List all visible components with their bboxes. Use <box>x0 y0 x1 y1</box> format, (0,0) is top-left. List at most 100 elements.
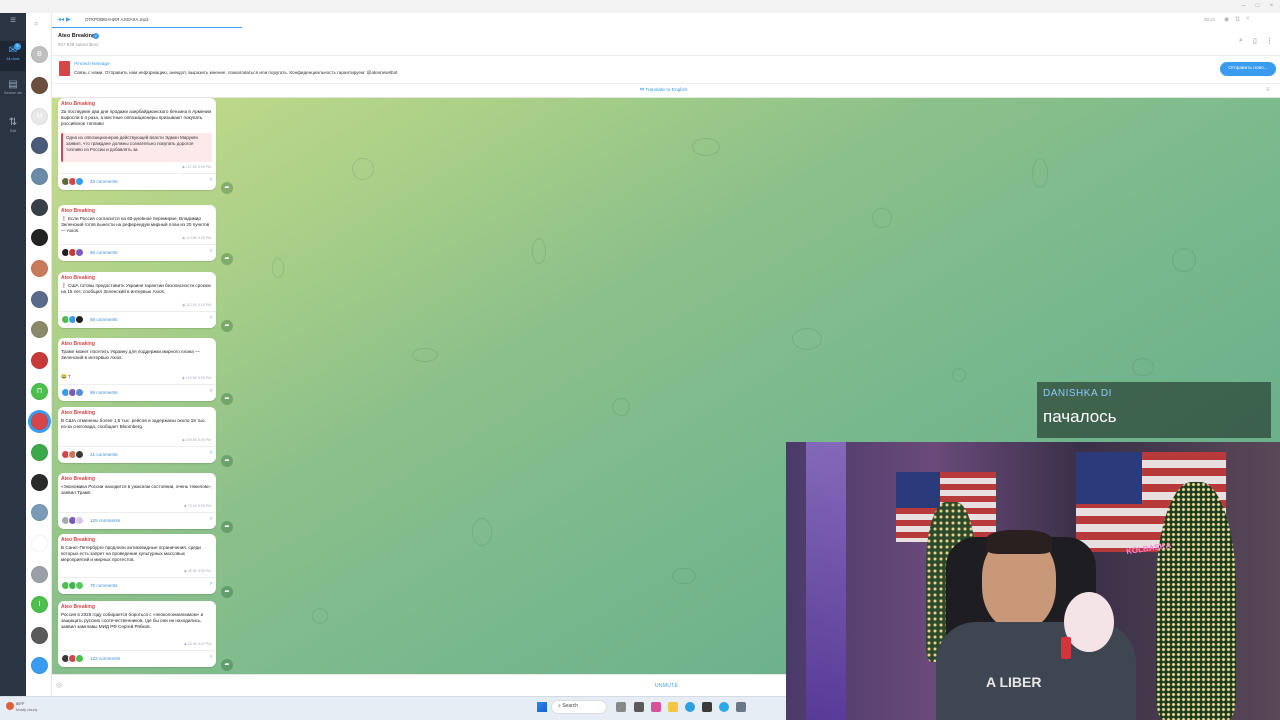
pinned-thumbnail <box>59 61 70 76</box>
chat-avatar[interactable] <box>31 535 48 552</box>
chevron-right-icon[interactable]: › <box>210 516 212 522</box>
chat-avatar[interactable] <box>31 627 48 644</box>
channel-post[interactable]: Ateo Breaking За последние два дня продаж… <box>58 98 216 190</box>
mute-icon[interactable]: ◎ <box>56 681 62 689</box>
search-icon[interactable]: ⌕ <box>34 19 38 29</box>
terminal-app-icon[interactable] <box>634 702 644 712</box>
start-icon[interactable] <box>537 702 547 712</box>
channel-post[interactable]: Ateo Breaking ❗ США готовы предоставить У… <box>58 272 216 328</box>
chevron-right-icon[interactable]: › <box>210 654 212 660</box>
chevron-right-icon[interactable]: › <box>210 177 212 183</box>
minimize-icon[interactable]: – <box>1239 2 1248 11</box>
forward-icon[interactable]: ➦ <box>221 182 233 194</box>
forward-icon[interactable]: ➦ <box>221 393 233 405</box>
translate-button[interactable]: ⇆ Translate to English <box>640 88 687 93</box>
chevron-right-icon[interactable]: › <box>210 388 212 394</box>
search-icon[interactable]: ⌕ <box>1239 37 1243 45</box>
chat-avatar[interactable] <box>31 229 48 246</box>
main-menu-button[interactable]: ≡ <box>0 13 26 29</box>
unread-badge: 9 <box>14 43 21 50</box>
task-view-icon[interactable] <box>616 702 626 712</box>
chat-avatar[interactable] <box>31 657 48 674</box>
chat-avatar[interactable] <box>31 352 48 369</box>
post-views-time: ◉ 72.1K 5:30 PM <box>184 504 211 508</box>
chat-avatar[interactable]: M <box>31 108 48 125</box>
player-progress[interactable] <box>52 27 242 28</box>
chat-avatar[interactable] <box>31 199 48 216</box>
telegram-app-icon[interactable] <box>719 702 729 712</box>
obs-icon[interactable] <box>702 702 712 712</box>
forward-icon[interactable]: ➦ <box>221 455 233 467</box>
channel-post[interactable]: Ateo Breaking В Санкт-Петербурге продлили… <box>58 534 216 594</box>
pinned-title: Pinned message <box>74 62 110 67</box>
folder-all-chats[interactable]: ✉ All chats 9 <box>0 41 26 71</box>
player-prev-icon[interactable]: ◂◂ <box>58 16 64 23</box>
commenter-avatars <box>61 177 89 186</box>
app-icon[interactable] <box>651 702 661 712</box>
forward-icon[interactable]: ➦ <box>221 586 233 598</box>
more-menu-icon[interactable]: ⋮ <box>1266 37 1273 45</box>
channel-post[interactable]: Ateo Breaking ❗ Если Россия согласится на… <box>58 205 216 261</box>
chat-avatar[interactable] <box>31 444 48 461</box>
comments-link[interactable]: 43 comments <box>90 179 118 184</box>
chat-avatar[interactable] <box>31 321 48 338</box>
chat-avatar[interactable] <box>31 137 48 154</box>
channel-post[interactable]: Ateo Breaking В США отменены более 1,6 ты… <box>58 407 216 463</box>
chat-avatar[interactable] <box>31 474 48 491</box>
maximize-icon[interactable]: □ <box>1253 2 1262 11</box>
quoted-message[interactable]: Одна из оппозиционеров действующей власт… <box>61 133 212 162</box>
chat-avatar[interactable] <box>31 291 48 308</box>
channel-post[interactable]: Ateo Breaking Трамп может посетить Украин… <box>58 338 216 401</box>
unmute-button[interactable]: UNMUTE <box>655 683 678 689</box>
chat-avatar[interactable]: B <box>31 46 48 63</box>
taskbar-search[interactable]: ⌕ Search <box>551 700 607 714</box>
post-divider <box>58 650 216 651</box>
chevron-right-icon[interactable]: › <box>210 315 212 321</box>
channel-header[interactable]: Ateo Breaking ✓ 947 839 subscribers ◂◂ ▶… <box>52 13 1280 55</box>
chat-avatar[interactable] <box>31 260 48 277</box>
volume-icon[interactable]: ◉ <box>1224 16 1229 23</box>
forward-icon[interactable]: ➦ <box>221 659 233 671</box>
forward-icon[interactable]: ➦ <box>221 253 233 265</box>
sidebar-toggle-icon[interactable]: ▯ <box>1253 37 1257 45</box>
comments-link[interactable]: 125 comments <box>90 518 120 523</box>
chat-avatar[interactable] <box>31 413 48 430</box>
repeat-icon[interactable]: ⇅ <box>1235 16 1240 23</box>
pinned-message-bar[interactable]: Pinned message Связь с нами. Отправить н… <box>52 55 1280 83</box>
comments-link[interactable]: 21 comments <box>90 452 118 457</box>
player-close-icon[interactable]: × <box>1246 16 1250 22</box>
comments-link[interactable]: 66 comments <box>90 317 118 322</box>
post-views-time: ◉ 112.8K 4:03 PM <box>182 236 211 240</box>
chat-avatar[interactable] <box>31 168 48 185</box>
edge-browser-icon[interactable] <box>685 702 695 712</box>
comments-link[interactable]: 96 comments <box>90 390 118 395</box>
pinned-action-button[interactable]: Отправить ново... <box>1220 62 1276 76</box>
chevron-right-icon[interactable]: › <box>210 581 212 587</box>
player-play-icon[interactable]: ▶ <box>66 16 71 23</box>
chat-avatar[interactable] <box>31 504 48 521</box>
post-views-time: ◉ 100.6K 5:25 PM <box>182 438 211 442</box>
settings-icon[interactable] <box>736 702 746 712</box>
weather-temp[interactable]: 55°F <box>16 701 25 706</box>
comments-link[interactable]: 75 comments <box>90 583 118 588</box>
channel-post[interactable]: Ateo Breaking Россия в 2026 году собирает… <box>58 601 216 667</box>
chat-avatar[interactable] <box>31 566 48 583</box>
file-explorer-icon[interactable] <box>668 702 678 712</box>
forward-icon[interactable]: ➦ <box>221 521 233 533</box>
chevron-right-icon[interactable]: › <box>210 450 212 456</box>
hamburger-icon: ≡ <box>10 15 16 26</box>
reaction-badge[interactable]: 😂 7 <box>61 374 71 380</box>
channel-post[interactable]: Ateo Breaking «Экономика России находится… <box>58 473 216 529</box>
chat-avatar[interactable] <box>31 77 48 94</box>
comments-link[interactable]: 122 comments <box>90 656 120 661</box>
chat-avatar[interactable]: I <box>31 596 48 613</box>
folder-edit[interactable]: ⇅ Edit <box>0 113 26 143</box>
christmas-tree <box>1156 482 1236 720</box>
close-icon[interactable]: × <box>1267 2 1276 11</box>
chevron-right-icon[interactable]: › <box>210 248 212 254</box>
translate-options-icon[interactable]: ≡ <box>1266 87 1270 93</box>
chat-avatar[interactable]: П <box>31 383 48 400</box>
comments-link[interactable]: 65 comments <box>90 250 118 255</box>
folder-personal[interactable]: ▤ Личное чат <box>0 75 26 109</box>
forward-icon[interactable]: ➦ <box>221 320 233 332</box>
